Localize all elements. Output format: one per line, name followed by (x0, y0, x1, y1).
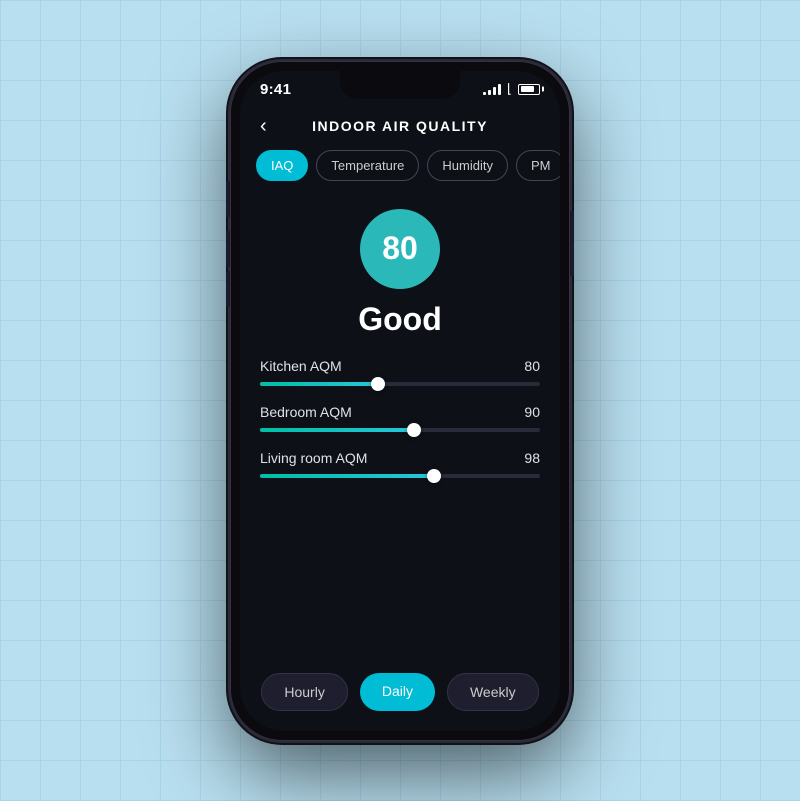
tabs-row: IAQ Temperature Humidity PM (240, 150, 560, 193)
status-icons: ⌊ (483, 81, 540, 97)
sensor-item-living: Living room AQM 98 (260, 450, 540, 478)
sensor-value-living: 98 (524, 450, 540, 466)
status-time: 9:41 (260, 81, 291, 98)
sensor-item-bedroom: Bedroom AQM 90 (260, 404, 540, 432)
app-content: ‹ INDOOR AIR QUALITY IAQ Temperature Hum… (240, 104, 560, 731)
slider-track-living[interactable] (260, 474, 540, 478)
phone-frame: 9:41 ⌊ ‹ INDOOR AIR QUALITY (230, 61, 570, 741)
sensor-value-bedroom: 90 (524, 404, 540, 420)
slider-thumb-living (427, 469, 441, 483)
bottom-tab-hourly[interactable]: Hourly (261, 673, 347, 711)
score-circle: 80 (360, 209, 440, 289)
tab-iaq[interactable]: IAQ (256, 150, 308, 181)
slider-track-bedroom[interactable] (260, 428, 540, 432)
wifi-icon: ⌊ (507, 81, 512, 97)
back-button[interactable]: ‹ (256, 112, 271, 140)
sensor-name-bedroom: Bedroom AQM (260, 404, 352, 420)
phone-screen: 9:41 ⌊ ‹ INDOOR AIR QUALITY (240, 71, 560, 731)
slider-thumb-kitchen (371, 377, 385, 391)
bottom-tab-daily[interactable]: Daily (360, 673, 435, 711)
bottom-tabs: Hourly Daily Weekly (240, 659, 560, 731)
tab-temperature[interactable]: Temperature (316, 150, 419, 181)
score-number: 80 (382, 230, 418, 267)
signal-icon (483, 83, 501, 95)
score-section: 80 Good (240, 193, 560, 358)
slider-fill-kitchen (260, 382, 378, 386)
slider-track-kitchen[interactable] (260, 382, 540, 386)
battery-icon (518, 84, 540, 95)
sensor-value-kitchen: 80 (524, 358, 540, 374)
sensor-name-kitchen: Kitchen AQM (260, 358, 342, 374)
slider-fill-bedroom (260, 428, 414, 432)
tab-pm[interactable]: PM (516, 150, 560, 181)
sensor-item-kitchen: Kitchen AQM 80 (260, 358, 540, 386)
notch (340, 71, 460, 99)
score-label: Good (358, 301, 442, 338)
header: ‹ INDOOR AIR QUALITY (240, 104, 560, 150)
tab-humidity[interactable]: Humidity (427, 150, 508, 181)
sensor-name-living: Living room AQM (260, 450, 367, 466)
slider-thumb-bedroom (407, 423, 421, 437)
page-title: INDOOR AIR QUALITY (312, 118, 488, 134)
slider-fill-living (260, 474, 434, 478)
bottom-tab-weekly[interactable]: Weekly (447, 673, 539, 711)
sensors-list: Kitchen AQM 80 Bedroom AQM 90 (240, 358, 560, 659)
